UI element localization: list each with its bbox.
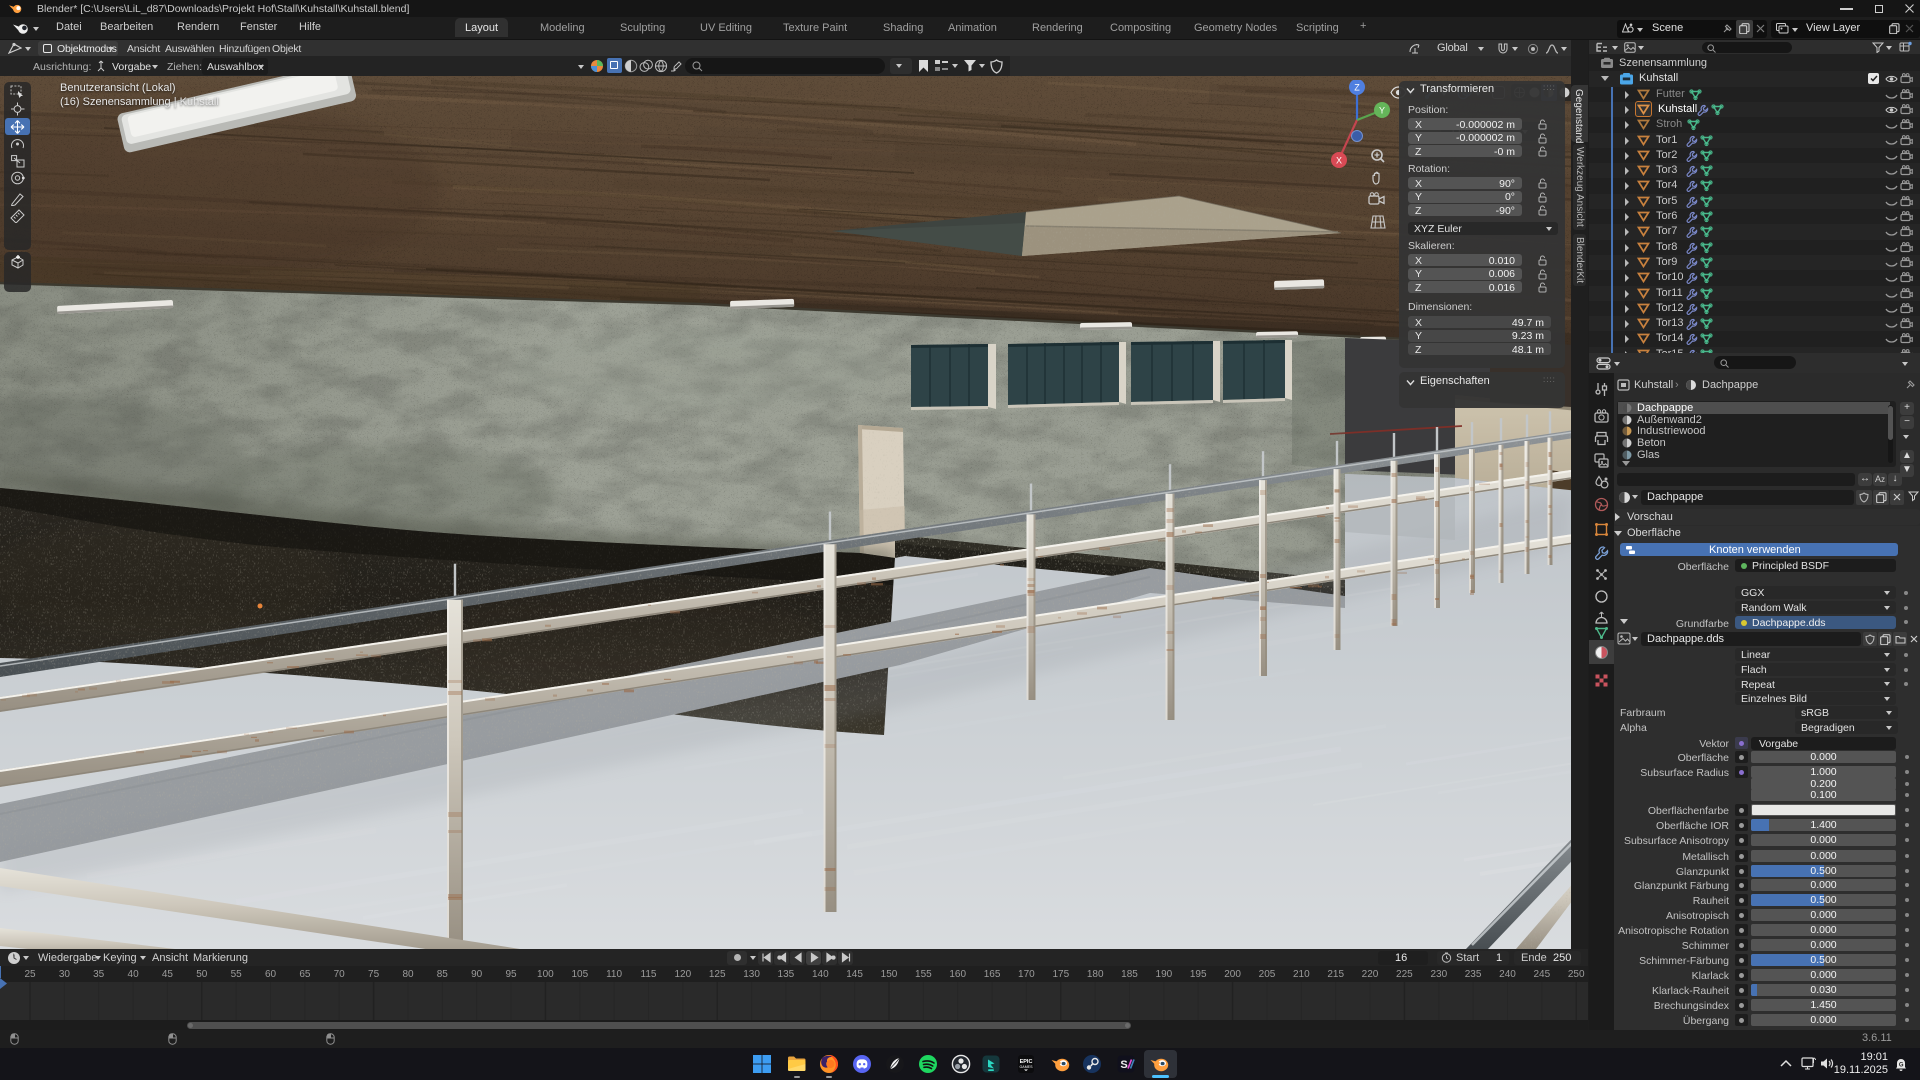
svg-text:60: 60 <box>265 969 277 980</box>
svg-text:185: 185 <box>1121 969 1138 980</box>
svg-text:205: 205 <box>1259 969 1276 980</box>
svg-text:200: 200 <box>1224 969 1241 980</box>
svg-text:215: 215 <box>1327 969 1344 980</box>
svg-text:G: G <box>1899 1063 1904 1069</box>
svg-text:115: 115 <box>641 969 657 980</box>
svg-text:40: 40 <box>128 969 140 980</box>
svg-text:50: 50 <box>196 969 208 980</box>
svg-text:35: 35 <box>93 969 105 980</box>
svg-text:165: 165 <box>984 969 1001 980</box>
svg-text:135: 135 <box>778 969 795 980</box>
svg-text:Y: Y <box>1379 106 1385 116</box>
svg-text:100: 100 <box>537 969 554 980</box>
svg-text:195: 195 <box>1190 969 1207 980</box>
svg-text:235: 235 <box>1465 969 1482 980</box>
svg-text:25: 25 <box>24 969 36 980</box>
svg-text:210: 210 <box>1293 969 1310 980</box>
svg-text:130: 130 <box>743 969 760 980</box>
svg-text:105: 105 <box>571 969 588 980</box>
svg-text:145: 145 <box>846 969 863 980</box>
svg-text:GAMES: GAMES <box>1020 1065 1034 1069</box>
svg-text:95: 95 <box>505 969 517 980</box>
svg-text:110: 110 <box>606 969 622 980</box>
svg-text:155: 155 <box>915 969 932 980</box>
svg-text:70: 70 <box>334 969 346 980</box>
svg-text:80: 80 <box>402 969 414 980</box>
svg-text:30: 30 <box>59 969 71 980</box>
svg-text:140: 140 <box>812 969 829 980</box>
svg-text:150: 150 <box>881 969 898 980</box>
svg-text:170: 170 <box>1018 969 1035 980</box>
svg-text:250: 250 <box>1568 969 1585 980</box>
svg-text:85: 85 <box>437 969 449 980</box>
svg-text:90: 90 <box>471 969 483 980</box>
svg-text:230: 230 <box>1430 969 1447 980</box>
svg-text:245: 245 <box>1533 969 1550 980</box>
svg-text:125: 125 <box>709 969 726 980</box>
svg-text:120: 120 <box>674 969 691 980</box>
svg-text:180: 180 <box>1087 969 1104 980</box>
svg-text:45: 45 <box>162 969 174 980</box>
svg-text:X: X <box>1336 156 1342 166</box>
svg-text:55: 55 <box>231 969 243 980</box>
svg-text:240: 240 <box>1499 969 1516 980</box>
svg-text:175: 175 <box>1052 969 1069 980</box>
svg-text:Z: Z <box>1354 83 1360 93</box>
svg-text:190: 190 <box>1156 969 1173 980</box>
svg-text:S: S <box>1120 1059 1127 1071</box>
svg-text:225: 225 <box>1396 969 1413 980</box>
svg-text:160: 160 <box>949 969 966 980</box>
svg-text:65: 65 <box>299 969 311 980</box>
svg-text:75: 75 <box>368 969 380 980</box>
svg-text:220: 220 <box>1362 969 1379 980</box>
